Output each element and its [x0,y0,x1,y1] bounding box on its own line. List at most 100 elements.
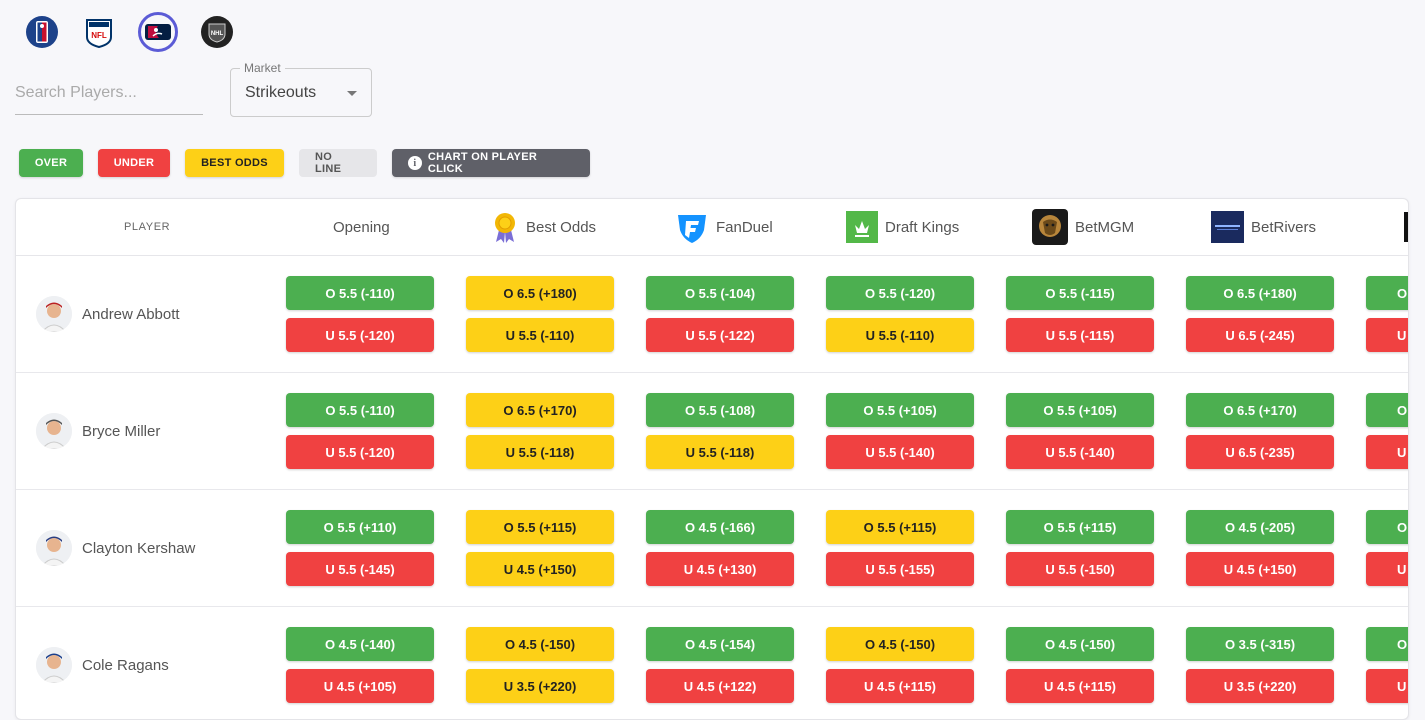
legend-under-chip[interactable]: UNDER [98,149,170,177]
betrivers-under-odds-button[interactable]: U 3.5 (+220) [1186,669,1334,703]
draftkings-under-odds-button[interactable]: U 5.5 (-155) [826,552,974,586]
market-value: Strikeouts [245,84,317,101]
best-under-odds-button[interactable]: U 5.5 (-110) [466,318,614,352]
opening-under-odds-button[interactable]: U 5.5 (-145) [286,552,434,586]
next-over-odds-button[interactable]: O [1366,627,1408,661]
market-select[interactable]: Market Strikeouts [230,61,372,117]
player-name: Andrew Abbott [82,305,180,323]
player-cell[interactable]: Bryce Miller [36,413,160,449]
betmgm-under-odds-button[interactable]: U 5.5 (-115) [1006,318,1154,352]
fanduel-under-odds-button[interactable]: U 5.5 (-118) [646,435,794,469]
next-over-odds-button[interactable]: O [1366,276,1408,310]
column-best-odds-label: Best Odds [526,218,597,236]
column-opening: Opening [333,199,390,255]
column-draftkings-label: Draft Kings [885,218,960,236]
betmgm-logo-icon [1032,209,1068,245]
league-mlb-button[interactable] [138,12,178,52]
betrivers-over-odds-button[interactable]: O 6.5 (+180) [1186,276,1334,310]
mlb-logo-icon [145,24,171,40]
opening-over-odds-button[interactable]: O 5.5 (-110) [286,276,434,310]
draftkings-over-odds-button[interactable]: O 5.5 (-120) [826,276,974,310]
betrivers-over-odds-button[interactable]: O 4.5 (-205) [1186,510,1334,544]
league-nba-button[interactable] [24,14,60,50]
column-draftkings: Draft Kings [846,199,959,255]
draftkings-over-odds-button[interactable]: O 5.5 (+115) [826,510,974,544]
column-betrivers-label: BetRivers [1251,218,1317,236]
info-icon: i [408,156,422,170]
best-over-odds-button[interactable]: O 4.5 (-150) [466,627,614,661]
table-row[interactable]: Andrew Abbott O 5.5 (-110) U 5.5 (-120) O 6… [16,256,1408,373]
next-over-odds-button[interactable]: O [1366,510,1408,544]
opening-under-odds-button[interactable]: U 5.5 (-120) [286,318,434,352]
betrivers-over-odds-button[interactable]: O 6.5 (+170) [1186,393,1334,427]
next-over-odds-button[interactable]: O [1366,393,1408,427]
draftkings-over-odds-button[interactable]: O 5.5 (+105) [826,393,974,427]
next-under-odds-button[interactable]: U [1366,669,1408,703]
table-row[interactable]: Cole Ragans O 4.5 (-140) U 4.5 (+105) O 4.5… [16,607,1408,719]
opening-under-odds-button[interactable]: U 5.5 (-120) [286,435,434,469]
legend-bar: OVER UNDER BEST ODDS NO LINE i CHART ON … [19,149,590,177]
column-opening-label: Opening [333,218,390,236]
opening-over-odds-button[interactable]: O 4.5 (-140) [286,627,434,661]
player-cell[interactable]: Clayton Kershaw [36,530,195,566]
draftkings-over-odds-button[interactable]: O 4.5 (-150) [826,627,974,661]
best-over-odds-button[interactable]: O 5.5 (+115) [466,510,614,544]
svg-text:NHL: NHL [211,31,224,37]
fanduel-under-odds-button[interactable]: U 4.5 (+130) [646,552,794,586]
betrivers-under-odds-button[interactable]: U 4.5 (+150) [1186,552,1334,586]
betmgm-under-odds-button[interactable]: U 5.5 (-140) [1006,435,1154,469]
legend-best-odds-chip[interactable]: BEST ODDS [185,149,284,177]
best-under-odds-button[interactable]: U 3.5 (+220) [466,669,614,703]
betmgm-over-odds-button[interactable]: O 4.5 (-150) [1006,627,1154,661]
betmgm-over-odds-button[interactable]: O 5.5 (+105) [1006,393,1154,427]
draftkings-under-odds-button[interactable]: U 5.5 (-140) [826,435,974,469]
betrivers-over-odds-button[interactable]: O 3.5 (-315) [1186,627,1334,661]
player-cell[interactable]: Cole Ragans [36,647,169,683]
fanduel-over-odds-button[interactable]: O 5.5 (-108) [646,393,794,427]
betrivers-under-odds-button[interactable]: U 6.5 (-235) [1186,435,1334,469]
league-nhl-button[interactable]: NHL [199,14,235,50]
opening-over-odds-button[interactable]: O 5.5 (+110) [286,510,434,544]
betrivers-under-odds-button[interactable]: U 6.5 (-245) [1186,318,1334,352]
fanduel-over-odds-button[interactable]: O 4.5 (-154) [646,627,794,661]
chart-on-player-click-label: CHART ON PLAYER CLICK [427,151,538,175]
table-body: Andrew Abbott O 5.5 (-110) U 5.5 (-120) O 6… [16,256,1408,719]
betmgm-under-odds-button[interactable]: U 4.5 (+115) [1006,669,1154,703]
player-avatar [36,530,72,566]
medal-icon [491,210,519,244]
best-over-odds-button[interactable]: O 6.5 (+180) [466,276,614,310]
player-cell[interactable]: Andrew Abbott [36,296,180,332]
betmgm-under-odds-button[interactable]: U 5.5 (-150) [1006,552,1154,586]
nhl-logo-icon: NHL [201,16,233,48]
legend-over-chip[interactable]: OVER [19,149,83,177]
opening-over-odds-button[interactable]: O 5.5 (-110) [286,393,434,427]
search-input[interactable] [15,78,203,108]
league-nfl-button[interactable]: NFL [81,14,117,50]
player-avatar [36,647,72,683]
search-player-field [15,78,203,115]
betmgm-over-odds-button[interactable]: O 5.5 (+115) [1006,510,1154,544]
table-row[interactable]: Clayton Kershaw O 5.5 (+110) U 5.5 (-145) O… [16,490,1408,607]
table-row[interactable]: Bryce Miller O 5.5 (-110) U 5.5 (-120) O 6.… [16,373,1408,490]
legend-no-line-chip[interactable]: NO LINE [299,149,377,177]
next-under-odds-button[interactable]: U [1366,318,1408,352]
opening-under-odds-button[interactable]: U 4.5 (+105) [286,669,434,703]
draftkings-logo-icon [846,211,878,243]
fanduel-over-odds-button[interactable]: O 5.5 (-104) [646,276,794,310]
next-under-odds-button[interactable]: U [1366,552,1408,586]
best-over-odds-button[interactable]: O 6.5 (+170) [466,393,614,427]
next-under-odds-button[interactable]: U [1366,435,1408,469]
draftkings-under-odds-button[interactable]: U 5.5 (-110) [826,318,974,352]
player-avatar [36,413,72,449]
fanduel-under-odds-button[interactable]: U 4.5 (+122) [646,669,794,703]
draftkings-under-odds-button[interactable]: U 4.5 (+115) [826,669,974,703]
player-name: Clayton Kershaw [82,539,196,557]
fanduel-over-odds-button[interactable]: O 4.5 (-166) [646,510,794,544]
table-header: PLAYER Opening Best Odds FanDuel Draft K… [16,199,1408,256]
best-under-odds-button[interactable]: U 5.5 (-118) [466,435,614,469]
betmgm-over-odds-button[interactable]: O 5.5 (-115) [1006,276,1154,310]
column-betmgm-label: BetMGM [1075,218,1135,236]
best-under-odds-button[interactable]: U 4.5 (+150) [466,552,614,586]
fanduel-under-odds-button[interactable]: U 5.5 (-122) [646,318,794,352]
chart-on-player-click-button[interactable]: i CHART ON PLAYER CLICK [392,149,590,177]
